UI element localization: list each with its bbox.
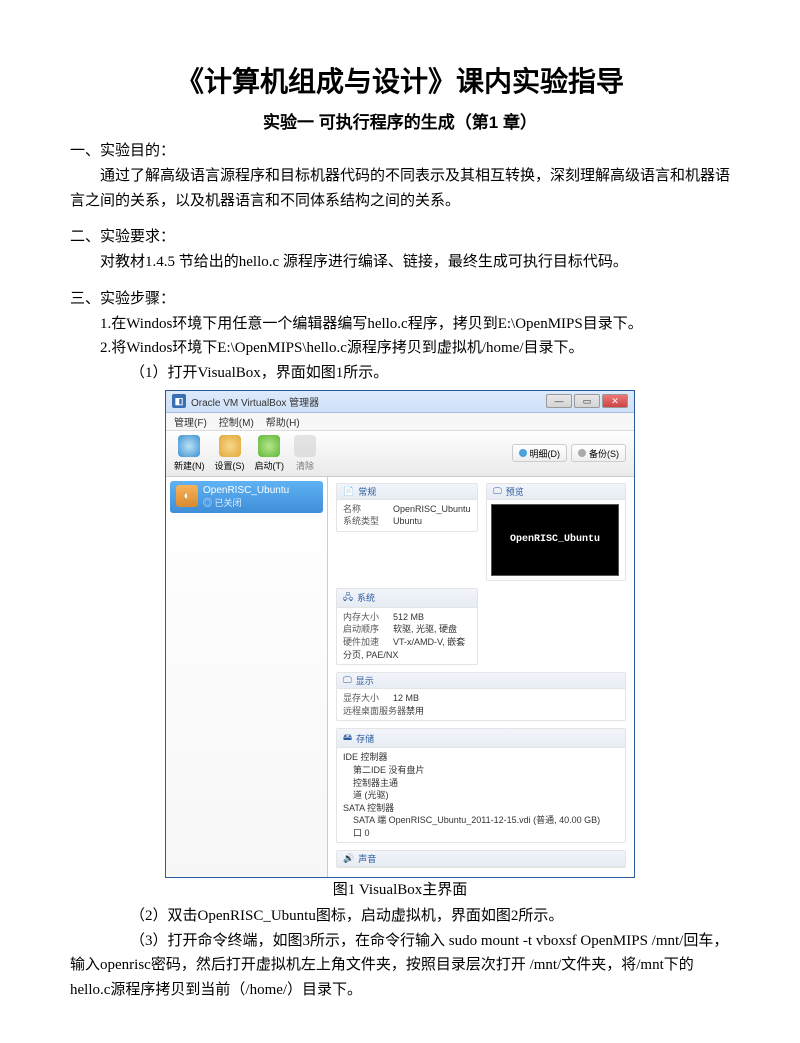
titlebar: ◧ Oracle VM VirtualBox 管理器 — ▭ ✕ — [166, 391, 634, 413]
section-audio: 🔊声音 — [336, 850, 626, 868]
system-icon: 🖧 — [343, 590, 353, 606]
close-button[interactable]: ✕ — [602, 394, 628, 408]
vm-item-openrisc[interactable]: ◐ OpenRISC_Ubuntu ◎ 已关闭 — [170, 481, 323, 513]
minimize-button[interactable]: — — [546, 394, 572, 408]
clear-button[interactable]: 清除 — [294, 435, 316, 472]
menu-help[interactable]: 帮助(H) — [266, 414, 300, 429]
menu-manage[interactable]: 管理(F) — [174, 414, 207, 429]
purpose-heading: 一、实验目的： — [70, 139, 730, 164]
new-button[interactable]: 新建(N) — [174, 435, 205, 472]
step2-3-text: （3）打开命令终端，如图3所示，在命令行输入 sudo mount -t vbo… — [70, 929, 730, 1003]
menu-control[interactable]: 控制(M) — [219, 414, 254, 429]
require-heading: 二、实验要求： — [70, 225, 730, 250]
display-icon: 🖵 — [343, 675, 352, 686]
doc-title: 《计算机组成与设计》课内实验指导 — [70, 60, 730, 100]
virtualbox-icon: ◧ — [172, 394, 186, 408]
settings-button[interactable]: 设置(S) — [215, 435, 245, 472]
detail-toggle[interactable]: 明细(D) — [512, 444, 568, 462]
menubar: 管理(F) 控制(M) 帮助(H) — [166, 413, 634, 431]
step2-1-text: （1）打开VisualBox，界面如图1所示。 — [70, 361, 730, 386]
section-system: 🖧系统 内存大小512 MB 启动顺序软驱, 光驱, 硬盘 硬件加速VT-x/A… — [336, 588, 478, 665]
storage-icon: 🖴 — [343, 730, 352, 746]
start-button[interactable]: 启动(T) — [255, 435, 285, 472]
gear-icon — [219, 435, 241, 457]
preview-icon: 🖵 — [493, 486, 502, 497]
step2-2-text: （2）双击OpenRISC_Ubuntu图标，启动虚拟机，界面如图2所示。 — [70, 904, 730, 929]
snapshot-icon — [578, 449, 586, 457]
start-icon — [258, 435, 280, 457]
general-icon: 📄 — [343, 486, 354, 497]
backup-toggle[interactable]: 备份(S) — [571, 444, 626, 462]
vm-details: 📄常规 名称OpenRISC_Ubuntu 系统类型Ubuntu 🖵预览 Ope… — [328, 477, 634, 878]
maximize-button[interactable]: ▭ — [574, 394, 600, 408]
steps-heading: 三、实验步骤： — [70, 287, 730, 312]
window-title: Oracle VM VirtualBox 管理器 — [191, 394, 319, 409]
ubuntu-icon: ◐ — [176, 485, 198, 507]
vm-name: OpenRISC_Ubuntu — [203, 485, 289, 496]
section-display: 🖵显示 显存大小12 MB 远程桌面服务器禁用 — [336, 672, 626, 721]
section-general: 📄常规 名称OpenRISC_Ubuntu 系统类型Ubuntu — [336, 483, 478, 532]
vm-state: ◎ 已关闭 — [203, 496, 289, 509]
section-preview: 🖵预览 OpenRISC_Ubuntu — [486, 483, 626, 581]
preview-thumbnail: OpenRISC_Ubuntu — [491, 504, 619, 576]
step1-text: 1.在Windos环境下用任意一个编辑器编写hello.c程序，拷贝到E:\Op… — [70, 312, 730, 337]
purpose-text: 通过了解高级语言源程序和目标机器代码的不同表示及其相互转换，深刻理解高级语言和机… — [70, 164, 730, 214]
section-storage: 🖴存储 IDE 控制器 第二IDE 没有盘片 控制器主通 道 (光驱) SATA… — [336, 728, 626, 843]
vm-list: ◐ OpenRISC_Ubuntu ◎ 已关闭 — [166, 477, 328, 878]
doc-subtitle: 实验一 可执行程序的生成（第1 章） — [70, 108, 730, 133]
audio-icon: 🔊 — [343, 853, 354, 864]
require-text: 对教材1.4.5 节给出的hello.c 源程序进行编译、链接，最终生成可执行目… — [70, 250, 730, 275]
toolbar: 新建(N) 设置(S) 启动(T) 清除 明细(D) 备份(S) — [166, 431, 634, 477]
clear-icon — [294, 435, 316, 457]
info-icon — [519, 449, 527, 457]
new-icon — [178, 435, 200, 457]
step2-text: 2.将Windos环境下E:\OpenMIPS\hello.c源程序拷贝到虚拟机… — [70, 336, 730, 361]
figure1-caption: 图1 VisualBox主界面 — [70, 878, 730, 904]
virtualbox-window: ◧ Oracle VM VirtualBox 管理器 — ▭ ✕ 管理(F) 控… — [165, 390, 635, 879]
